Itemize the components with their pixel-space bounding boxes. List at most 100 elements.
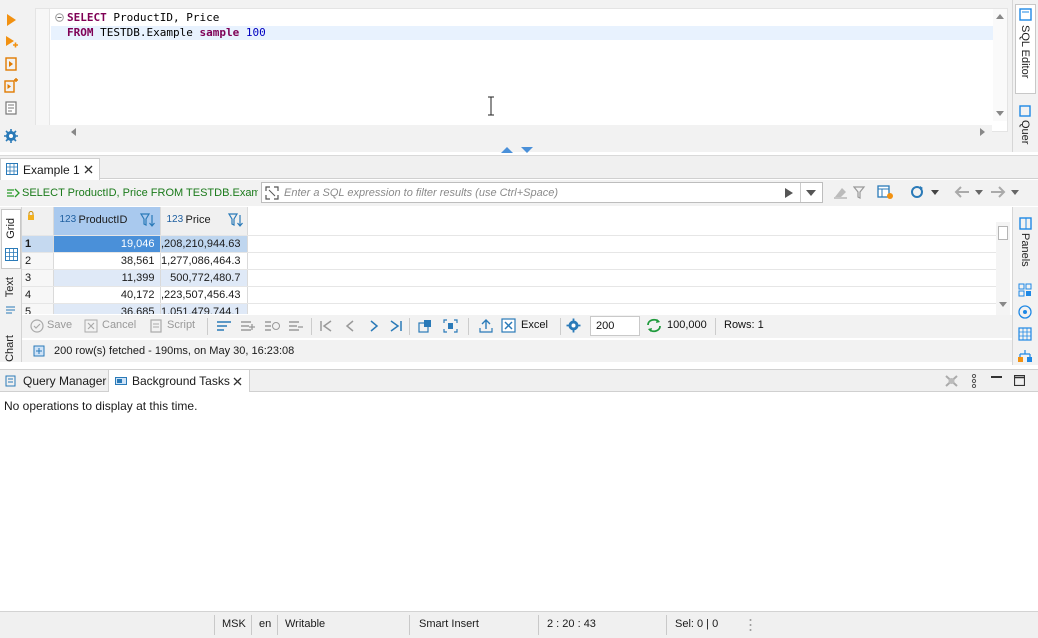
fetch-all-rows-icon[interactable] (646, 318, 662, 333)
export-excel-button[interactable]: Excel (521, 319, 548, 331)
column-header-productid[interactable]: 123 ProductID (53, 207, 161, 236)
row-number[interactable]: 1 (22, 235, 54, 253)
table-row[interactable]: 2 38,561 1,277,086,464.3 (22, 252, 997, 270)
export-icon[interactable] (479, 318, 493, 333)
insert-mode[interactable]: Smart Insert (419, 618, 479, 630)
script-button[interactable]: Script (167, 319, 195, 331)
clear-filter-icon[interactable] (833, 185, 848, 200)
next-page-icon[interactable] (368, 320, 380, 332)
cell-price[interactable]: ,223,507,456.43 (160, 286, 248, 304)
tab-panels[interactable]: Panels (1015, 213, 1036, 273)
row-number[interactable]: 2 (22, 252, 54, 270)
timezone-indicator[interactable]: MSK (222, 618, 246, 630)
tab-grid[interactable]: Grid (1, 209, 21, 269)
language-indicator[interactable]: en (259, 618, 271, 630)
filter-input[interactable] (284, 184, 784, 201)
back-dropdown-icon[interactable] (975, 190, 983, 195)
fold-collapse-icon[interactable] (55, 13, 64, 22)
table-row[interactable]: 1 19,046 ,208,210,944.63 (22, 235, 997, 253)
editor-vertical-scrollbar[interactable] (993, 9, 1007, 121)
cell-productid[interactable]: 19,046 (53, 235, 161, 253)
save-filter-icon[interactable] (877, 184, 894, 200)
table-row[interactable]: 5 36,685 1,051,479,744.1 (22, 303, 997, 314)
refresh-icon[interactable] (909, 184, 926, 200)
scroll-down-icon[interactable] (996, 111, 1004, 117)
add-row-icon[interactable] (240, 319, 256, 333)
settings-gear-icon[interactable] (3, 128, 19, 144)
previous-page-icon[interactable] (344, 320, 356, 332)
active-query-label[interactable]: SELECT ProductID, Price FROM TESTDB.Exam… (4, 183, 258, 203)
execute-script-new-tab-icon[interactable] (3, 78, 19, 94)
apply-filter-icon[interactable] (784, 187, 794, 199)
references-icon[interactable] (1018, 305, 1032, 319)
tab-text[interactable]: Text (1, 273, 21, 317)
excel-icon[interactable] (501, 318, 516, 333)
cell-price[interactable]: 1,277,086,464.3 (160, 252, 248, 270)
fetch-all-icon[interactable] (443, 319, 458, 333)
tab-sql-editor[interactable]: SQL Editor (1015, 4, 1036, 94)
fetch-size-input[interactable]: 200 (590, 316, 640, 336)
tab-query-manager[interactable]: Query Manager (0, 370, 108, 392)
scroll-down-icon[interactable] (999, 302, 1007, 308)
copy-row-icon[interactable] (264, 319, 280, 333)
explain-plan-icon[interactable] (3, 100, 19, 116)
delete-row-icon[interactable] (288, 319, 304, 333)
scroll-left-icon[interactable] (70, 128, 76, 136)
cell-price[interactable]: 1,051,479,744.1 (160, 303, 248, 314)
row-number[interactable]: 3 (22, 269, 54, 287)
execute-script-icon[interactable] (3, 56, 19, 72)
back-arrow-icon[interactable] (954, 186, 970, 198)
filter-settings-icon[interactable] (853, 185, 868, 200)
grid-vertical-scrollbar[interactable] (996, 222, 1010, 319)
tab-query[interactable]: Quer (1015, 100, 1036, 150)
close-icon[interactable] (233, 377, 242, 386)
cell-productid[interactable]: 36,685 (53, 303, 161, 314)
row-number[interactable]: 4 (22, 286, 54, 304)
tab-background-tasks[interactable]: Background Tasks (108, 370, 250, 392)
group-by-icon[interactable] (1018, 283, 1032, 297)
cell-productid[interactable]: 11,399 (53, 269, 161, 287)
fetch-next-icon[interactable] (418, 319, 433, 333)
table-row[interactable]: 3 11,399 500,772,480.7 (22, 269, 997, 287)
metadata-panel-icon[interactable] (1018, 349, 1032, 363)
table-row[interactable]: 4 40,172 ,223,507,456.43 (22, 286, 997, 304)
cell-price[interactable]: 500,772,480.7 (160, 269, 248, 287)
close-icon[interactable] (84, 165, 93, 174)
maximize-icon[interactable] (1014, 375, 1025, 386)
tab-chart[interactable]: Chart (1, 329, 21, 363)
cell-productid[interactable]: 40,172 (53, 286, 161, 304)
execute-in-new-tab-icon[interactable] (3, 34, 19, 50)
column-filter-sort-icon[interactable] (139, 213, 156, 228)
save-button[interactable]: Save (47, 319, 72, 331)
scroll-thumb[interactable] (998, 226, 1008, 240)
column-header-price[interactable]: 123 Price (160, 207, 248, 236)
cell-price[interactable]: ,208,210,944.63 (160, 235, 248, 253)
scroll-right-icon[interactable] (980, 128, 986, 136)
tab-example-1[interactable]: Example 1 (0, 158, 100, 180)
minimize-icon[interactable] (991, 376, 1002, 380)
cancel-button[interactable]: Cancel (102, 319, 136, 331)
cancel-task-icon[interactable] (944, 374, 959, 388)
last-page-icon[interactable] (390, 320, 402, 332)
calc-panel-icon[interactable] (1018, 327, 1032, 341)
splitter-handle-icon[interactable] (499, 147, 535, 153)
editor-horizontal-scrollbar[interactable] (30, 125, 992, 138)
column-filter-sort-icon[interactable] (227, 213, 244, 228)
forward-dropdown-icon[interactable] (1011, 190, 1019, 195)
refresh-dropdown-icon[interactable] (931, 190, 939, 195)
sql-editor[interactable]: SELECT ProductID, Price FROM TESTDB.Exam… (35, 8, 1008, 132)
execute-statement-icon[interactable] (3, 12, 19, 28)
expand-filter-icon[interactable] (265, 186, 279, 200)
filter-expression-field[interactable] (261, 182, 823, 203)
forward-arrow-icon[interactable] (990, 186, 1006, 198)
scroll-up-icon[interactable] (996, 13, 1004, 19)
fetch-settings-icon[interactable] (566, 318, 581, 333)
row-number[interactable]: 5 (22, 303, 54, 314)
filter-history-dropdown-icon[interactable] (806, 190, 816, 196)
first-page-icon[interactable] (320, 320, 332, 332)
cell-productid[interactable]: 38,561 (53, 252, 161, 270)
writable-mode[interactable]: Writable (285, 618, 325, 630)
edit-cell-icon[interactable] (216, 319, 232, 333)
results-grid[interactable]: 123 ProductID 123 Price 1 19,046 ,208,21… (22, 207, 997, 314)
view-menu-icon[interactable] (971, 374, 977, 388)
